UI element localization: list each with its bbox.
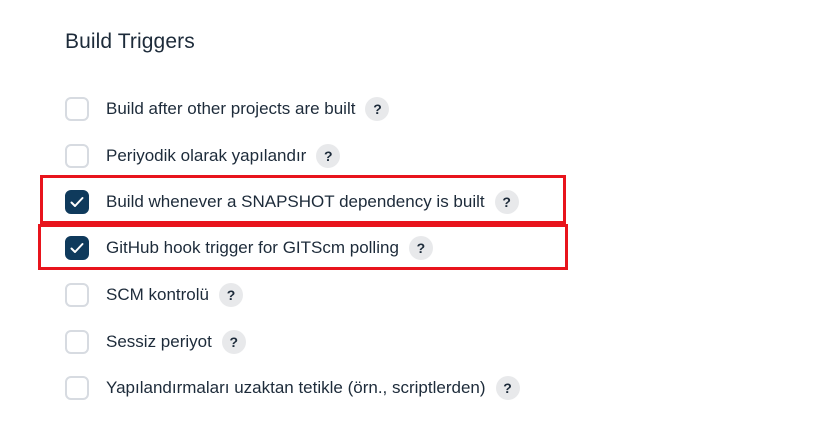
trigger-label[interactable]: SCM kontrolü [106, 285, 209, 305]
trigger-label[interactable]: Yapılandırmaları uzaktan tetikle (örn., … [106, 378, 486, 398]
highlight-box-github [38, 224, 568, 270]
trigger-option-scm-polling: SCM kontrolü ? [65, 281, 243, 309]
help-icon[interactable]: ? [218, 283, 243, 307]
trigger-option-periodic: Periyodik olarak yapılandır ? [65, 142, 341, 170]
trigger-label[interactable]: Periyodik olarak yapılandır [106, 146, 306, 166]
help-icon[interactable]: ? [316, 144, 341, 168]
build-triggers-section: Build Triggers Build after other project… [0, 0, 835, 439]
trigger-option-quiet-period: Sessiz periyot ? [65, 328, 246, 356]
trigger-option-build-after-other-projects: Build after other projects are built ? [65, 95, 390, 123]
trigger-label[interactable]: Build after other projects are built [106, 99, 355, 119]
checkbox[interactable] [65, 97, 89, 121]
section-title: Build Triggers [65, 30, 195, 53]
trigger-label[interactable]: Sessiz periyot [106, 332, 212, 352]
help-icon[interactable]: ? [495, 376, 520, 400]
help-icon[interactable]: ? [365, 97, 390, 121]
help-icon[interactable]: ? [221, 330, 246, 354]
trigger-option-remote-trigger: Yapılandırmaları uzaktan tetikle (örn., … [65, 374, 520, 402]
checkbox[interactable] [65, 283, 89, 307]
highlight-box-snapshot [40, 175, 566, 224]
checkbox[interactable] [65, 144, 89, 168]
checkbox[interactable] [65, 376, 89, 400]
checkbox[interactable] [65, 330, 89, 354]
